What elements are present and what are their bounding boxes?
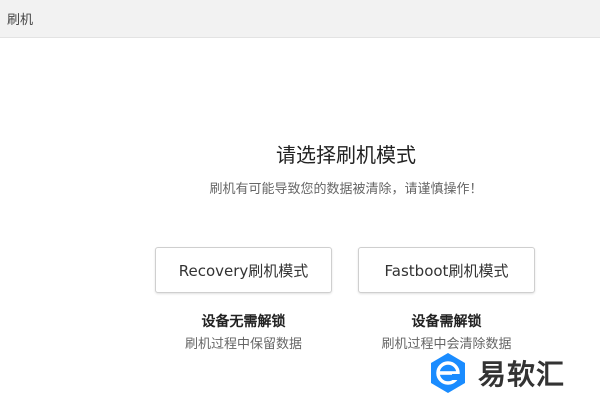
- title-bar: 刷机: [0, 0, 600, 38]
- watermark: 易软汇: [418, 346, 600, 400]
- recovery-mode-title: 设备无需解锁: [201, 314, 286, 330]
- fastboot-mode-title: 设备需解锁: [411, 314, 482, 330]
- watermark-text: 易软汇: [478, 358, 566, 391]
- fastboot-mode-button[interactable]: Fastboot刷机模式: [358, 247, 535, 293]
- flash-window: 刷机 请选择刷机模式 刷机有可能导致您的数据被清除，请谨慎操作！ Recover…: [0, 0, 600, 400]
- recovery-mode-button[interactable]: Recovery刷机模式: [155, 247, 332, 293]
- warning-text: 刷机有可能导致您的数据被清除，请谨慎操作！: [209, 182, 483, 197]
- page-heading: 请选择刷机模式: [276, 143, 416, 167]
- recovery-mode-description: 刷机过程中保留数据: [184, 337, 302, 352]
- window-title: 刷机: [7, 13, 34, 28]
- e-logo-icon: [431, 353, 465, 393]
